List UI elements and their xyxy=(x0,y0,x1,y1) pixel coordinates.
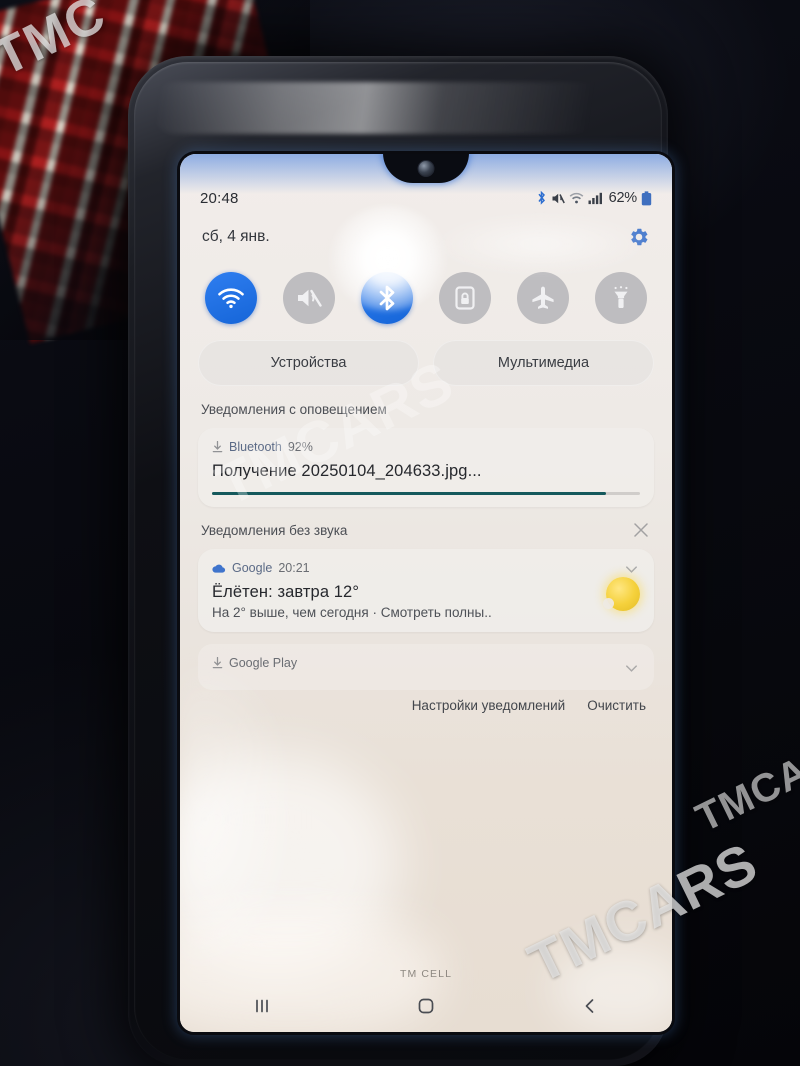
google-cloud-icon xyxy=(212,564,226,573)
date-row: сб, 4 янв. xyxy=(180,220,672,254)
download-icon xyxy=(212,441,223,453)
signal-icon xyxy=(588,192,602,205)
chevron-down-icon[interactable] xyxy=(623,561,640,578)
status-bar: 20:48 62% xyxy=(180,184,672,212)
back-button[interactable] xyxy=(562,989,618,1023)
toggle-auto-rotate[interactable] xyxy=(439,272,491,324)
app-line: Bluetooth 92% xyxy=(212,438,640,456)
silent-section-header: Уведомления без звука xyxy=(201,519,654,541)
phone-screen: 20:48 62% сб, 4 янв. Устройства Мультиме… xyxy=(180,154,672,1032)
notification-bluetooth-transfer[interactable]: Bluetooth 92% Получение 20250104_204633.… xyxy=(198,428,654,507)
app-name: Google Play xyxy=(229,656,298,670)
home-button[interactable] xyxy=(398,989,454,1023)
toggle-bluetooth[interactable] xyxy=(361,272,413,324)
wifi-icon xyxy=(218,288,244,309)
bluetooth-icon xyxy=(537,190,545,205)
notification-google-weather[interactable]: Google 20:21 Ёлётен: завтра 12° На 2° вы… xyxy=(198,549,654,632)
notification-title: Ёлётен: завтра 12° xyxy=(212,583,360,601)
home-icon xyxy=(418,998,434,1014)
devices-button[interactable]: Устройства xyxy=(198,340,419,386)
chevron-down-icon[interactable] xyxy=(623,660,640,677)
wifi-icon xyxy=(569,192,583,204)
toggle-airplane-mode[interactable] xyxy=(517,272,569,324)
recents-icon xyxy=(256,999,268,1013)
mute-icon xyxy=(552,193,565,203)
bluetooth-icon xyxy=(379,285,395,311)
close-icon[interactable] xyxy=(632,521,650,539)
notification-google-play[interactable]: Google Play xyxy=(198,644,654,690)
toggle-flashlight[interactable] xyxy=(595,272,647,324)
gear-icon[interactable] xyxy=(628,226,650,248)
battery-icon xyxy=(641,190,652,205)
toggle-wifi[interactable] xyxy=(205,272,257,324)
alerting-section-title: Уведомления с оповещением xyxy=(201,401,387,417)
silent-section-title: Уведомления без звука xyxy=(201,522,348,538)
front-camera xyxy=(417,160,435,177)
app-line: Google Play xyxy=(212,654,640,672)
carrier-label: TM CELL xyxy=(399,968,453,980)
mute-icon xyxy=(298,289,322,307)
transfer-progress-label: 92% xyxy=(287,440,313,454)
progress-track xyxy=(212,492,640,495)
status-clock: 20:48 xyxy=(200,189,239,207)
toggle-sound[interactable] xyxy=(283,272,335,324)
media-button[interactable]: Мультимедиа xyxy=(433,340,654,386)
rotation-lock-icon xyxy=(455,286,475,310)
app-name: Google xyxy=(232,561,273,575)
app-line: Google 20:21 xyxy=(212,559,640,577)
flashlight-icon xyxy=(614,286,628,308)
alerting-section-header: Уведомления с оповещением xyxy=(201,398,654,420)
progress-fill xyxy=(212,492,606,495)
notification-time: 20:21 xyxy=(278,561,310,575)
back-icon xyxy=(585,999,594,1013)
notification-actions: Настройки уведомлений Очистить xyxy=(198,690,654,713)
clear-all-button[interactable]: Очистить xyxy=(587,698,646,713)
app-name: Bluetooth xyxy=(229,440,282,454)
phone-case: 20:48 62% сб, 4 янв. Устройства Мультиме… xyxy=(128,56,672,1066)
current-date: сб, 4 янв. xyxy=(202,228,270,245)
navigation-bar xyxy=(180,984,672,1028)
download-icon xyxy=(212,657,223,669)
recents-button[interactable] xyxy=(234,989,290,1023)
battery-percentage: 62% xyxy=(608,190,638,206)
quick-panel-pills: Устройства Мультимедиа xyxy=(180,340,672,386)
notification-settings-button[interactable]: Настройки уведомлений xyxy=(412,698,566,713)
quick-settings-toggles xyxy=(180,266,672,330)
sun-icon xyxy=(603,577,640,611)
notification-body: На 2° выше, чем сегодня · Смотреть полны… xyxy=(212,605,492,620)
notification-list: Уведомления с оповещением Bluetooth 92% … xyxy=(180,394,672,713)
notification-title: Получение 20250104_204633.jpg... xyxy=(212,462,482,480)
status-icons: 62% xyxy=(536,190,652,206)
airplane-icon xyxy=(532,286,554,309)
